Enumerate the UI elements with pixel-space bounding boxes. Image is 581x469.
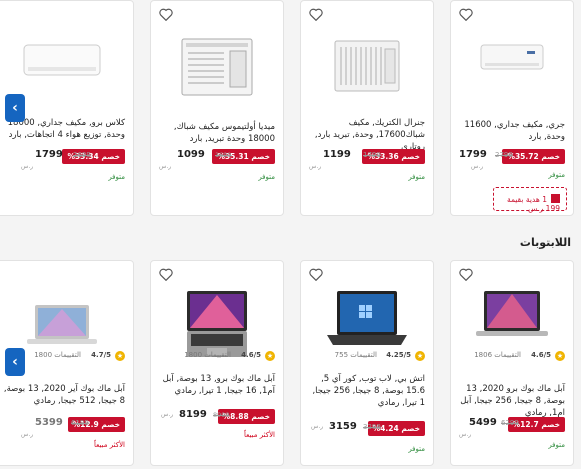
old-price: 2799 <box>495 151 513 159</box>
heart-outline-icon[interactable] <box>309 8 323 21</box>
current-price: 8199 <box>179 409 207 420</box>
rating: ★ 4.6/5 1806 التقييمات <box>459 351 565 363</box>
product-card[interactable]: ★ 4.25/5 755 التقييمات اتش بي, لاب توب, … <box>300 260 434 466</box>
section-title: اللابتوبات <box>519 236 571 249</box>
stock-status: الأكثر مبيعاً <box>244 431 275 439</box>
star-icon: ★ <box>415 351 425 361</box>
rating-count: 1806 التقييمات <box>474 351 521 359</box>
rating-score: 4.25/5 <box>386 351 411 359</box>
product-title[interactable]: جري, مكيف جداري, 11600 وحدة, بارد <box>459 119 565 143</box>
product-title[interactable]: جنرال الكتريك, مكيف شباك17600, وحدة, تبر… <box>309 117 425 153</box>
current-price: 5399 <box>35 417 63 428</box>
rating-count: 755 التقييمات <box>334 351 377 359</box>
old-price: 6199 <box>71 419 89 427</box>
product-card[interactable]: ★ 4.6/5 1806 التقييمات آبل ماك بوك برو 2… <box>450 260 574 466</box>
product-image[interactable] <box>472 289 552 341</box>
stock-status: متوفر <box>548 171 565 179</box>
product-image[interactable] <box>183 289 251 359</box>
gift-icon <box>551 194 560 203</box>
product-title[interactable]: ميديا أولتيموس مكيف شباك, 18000 وحدة تبر… <box>159 121 275 145</box>
discount-badge: %33.34 خصم <box>62 149 125 164</box>
product-image[interactable] <box>325 289 409 349</box>
currency: ر.س <box>21 431 34 438</box>
product-image[interactable] <box>333 39 401 93</box>
heart-outline-icon[interactable] <box>309 268 323 281</box>
currency: ر.س <box>471 163 484 170</box>
current-price: 5499 <box>469 417 497 428</box>
product-card[interactable]: ★ 4.6/5 1800 التقييمات آبل ماك بوك برو, … <box>150 260 284 466</box>
chevron-left-icon: ‹ <box>12 354 18 370</box>
star-icon: ★ <box>265 351 275 361</box>
rating-count: 1800 التقييمات <box>184 351 231 359</box>
old-price: 3299 <box>363 423 381 431</box>
currency: ر.س <box>159 163 172 170</box>
currency: ر.س <box>309 163 322 170</box>
rating-score: 4.7/5 <box>91 351 111 359</box>
chevron-left-icon: ‹ <box>12 100 18 116</box>
rating: ★ 4.6/5 1800 التقييمات <box>159 351 275 363</box>
old-price: 6299 <box>501 419 519 427</box>
old-price: 1799 <box>363 151 381 159</box>
heart-outline-icon[interactable] <box>159 8 173 21</box>
product-card[interactable]: جنرال الكتريك, مكيف شباك17600, وحدة, تبر… <box>300 0 434 216</box>
rating-count: 1800 التقييمات <box>34 351 81 359</box>
rating: ★ 4.25/5 755 التقييمات <box>309 351 425 363</box>
product-image[interactable] <box>25 303 99 347</box>
product-title[interactable]: آبل ماك بوك برو 2020, 13 بوصة, 8 جيجا, 2… <box>459 383 565 419</box>
currency: ر.س <box>21 163 34 170</box>
product-card[interactable]: ميديا أولتيموس مكيف شباك, 18000 وحدة تبر… <box>150 0 284 216</box>
heart-outline-icon[interactable] <box>459 268 473 281</box>
heart-outline-icon[interactable] <box>459 8 473 21</box>
old-price: 1699 <box>215 151 232 159</box>
rating-score: 4.6/5 <box>241 351 261 359</box>
product-title[interactable]: آبل ماك بوك برو, 13 بوصة, آبل آم1, 16 جي… <box>159 373 275 397</box>
old-price: 8999 <box>213 411 230 419</box>
stock-status: متوفر <box>408 445 425 453</box>
product-image[interactable] <box>22 41 102 83</box>
carousel-prev-button[interactable]: ‹ <box>5 94 25 122</box>
product-title[interactable]: اتش بي, لاب توب, كور آي 5, 15.6 بوصة, 8 … <box>309 373 425 409</box>
current-price: 1099 <box>177 149 205 160</box>
current-price: 1799 <box>459 149 487 160</box>
star-icon: ★ <box>555 351 565 361</box>
star-icon: ★ <box>115 351 125 361</box>
product-image[interactable] <box>180 37 254 97</box>
current-price: 1799 <box>35 149 63 160</box>
product-image[interactable] <box>479 41 545 75</box>
product-card[interactable]: جري, مكيف جداري, 11600 وحدة, بارد %35.72… <box>450 0 574 216</box>
currency: ر.س <box>161 411 174 418</box>
currency: ر.س <box>459 431 472 438</box>
current-price: 1199 <box>323 149 351 160</box>
stock-status: متوفر <box>408 173 425 181</box>
stock-status: الأكثر مبيعاً <box>94 441 125 449</box>
heart-outline-icon[interactable] <box>159 268 173 281</box>
gift-offer[interactable]: 1 هدية بقيمة 199 ر.س <box>493 187 567 213</box>
currency: ر.س <box>311 423 324 430</box>
current-price: 3159 <box>329 421 357 432</box>
product-title[interactable]: آبل ماك بوك آير 2020, 13 بوصة, 8 جيجا, 5… <box>0 383 125 407</box>
carousel-prev-button[interactable]: ‹ <box>5 348 25 376</box>
rating-score: 4.6/5 <box>531 351 551 359</box>
stock-status: متوفر <box>548 441 565 449</box>
stock-status: متوفر <box>108 173 125 181</box>
stock-status: متوفر <box>258 173 275 181</box>
old-price: 2699 <box>73 151 91 159</box>
